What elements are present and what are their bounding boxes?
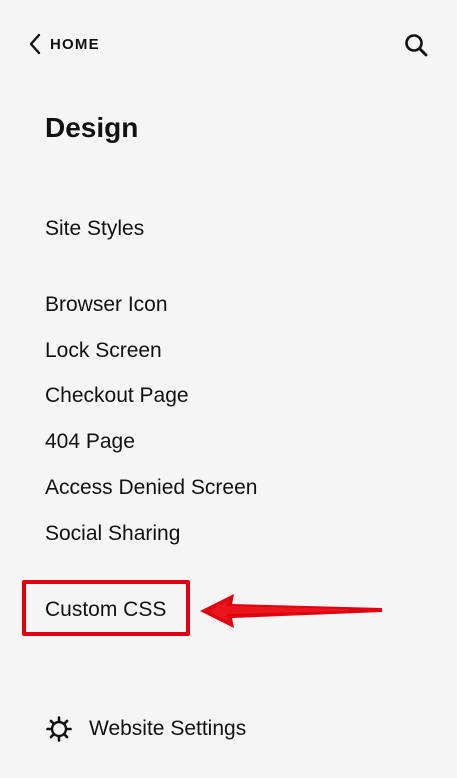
annotation-arrow-icon <box>198 592 384 635</box>
chevron-left-icon <box>28 33 42 55</box>
nav-item-404-page[interactable]: 404 Page <box>45 427 135 457</box>
page-title: Design <box>45 112 139 143</box>
nav-item-lock-screen[interactable]: Lock Screen <box>45 336 162 366</box>
top-bar: HOME <box>0 0 457 80</box>
nav-item-browser-icon[interactable]: Browser Icon <box>45 290 168 320</box>
nav-item-site-styles[interactable]: Site Styles <box>45 214 144 244</box>
website-settings-item[interactable]: Website Settings <box>46 712 246 746</box>
nav-item-checkout-page[interactable]: Checkout Page <box>45 381 189 411</box>
gear-icon <box>46 716 72 742</box>
home-back-label: HOME <box>50 35 100 53</box>
search-icon <box>403 32 429 58</box>
annotation-highlight-box <box>22 580 190 636</box>
nav-item-access-denied-screen[interactable]: Access Denied Screen <box>45 473 257 503</box>
home-back-link[interactable]: HOME <box>28 32 100 56</box>
search-button[interactable] <box>403 32 429 58</box>
nav-item-social-sharing[interactable]: Social Sharing <box>45 519 180 549</box>
website-settings-label: Website Settings <box>89 717 247 740</box>
